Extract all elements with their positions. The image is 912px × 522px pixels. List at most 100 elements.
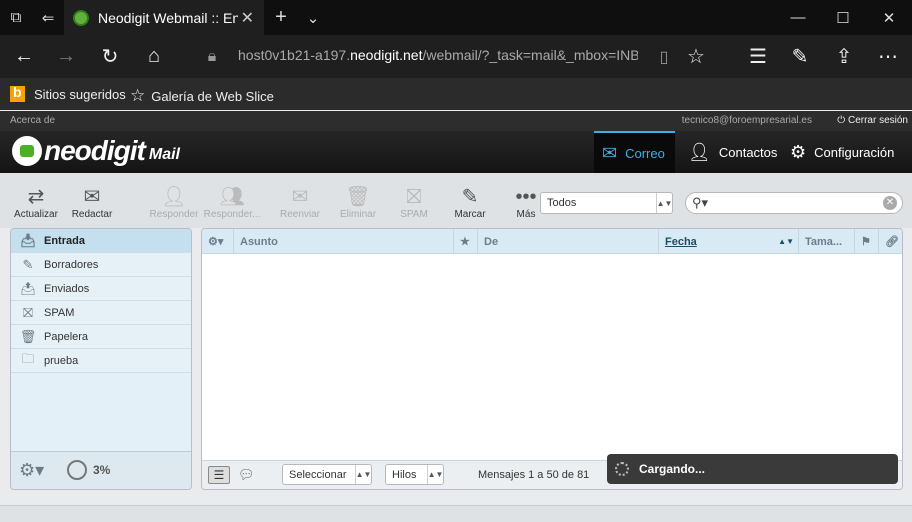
favorite-web-slice[interactable]: ☆ Galería de Web Slice [130, 86, 274, 106]
threads-dropdown[interactable]: Hilos ▲▼ [385, 464, 444, 485]
reply-all-button[interactable]: 👥︎ Responder... [202, 185, 262, 220]
pen-icon: ✎ [461, 186, 479, 208]
folder-trash[interactable]: 🗑︎ Papelera [11, 325, 191, 349]
updown-arrows-icon: ▲▼ [427, 465, 443, 484]
tab-actions-icon[interactable]: ⧉ [0, 0, 32, 35]
folder-icon: 🗀 [21, 350, 35, 366]
spinner-icon [615, 462, 629, 476]
filter-value: Todos [547, 197, 577, 209]
nav-mail[interactable]: ✉ Correo [594, 131, 675, 173]
neodigit-logo: neodigit Mail [12, 135, 180, 167]
reply-button[interactable]: 👤︎ Responder [144, 185, 204, 220]
search-icon[interactable]: ⚲▾ [692, 195, 708, 211]
hub-icon[interactable]: ☰ [738, 35, 778, 78]
forward-icon[interactable]: → [46, 35, 86, 78]
site-favicon-icon [73, 9, 89, 26]
favorites-bar: Sitios sugeridos ☆ Galería de Web Slice [0, 78, 912, 110]
folder-prueba[interactable]: 🗀 prueba [11, 349, 191, 373]
nav-settings[interactable]: ⚙ Configuración [790, 131, 894, 173]
share-icon[interactable]: ⇪ [824, 35, 864, 78]
select-dropdown[interactable]: Seleccionar ▲▼ [282, 464, 372, 485]
col-flag-star-icon[interactable]: ★ [454, 229, 478, 254]
logo-mark-icon [12, 136, 42, 166]
compose-envelope-icon: ✉ [83, 186, 101, 208]
folder-inbox[interactable]: 📥︎ Entrada [11, 229, 191, 253]
col-attachment-icon[interactable]: 🔗︎ [879, 229, 902, 254]
lock-icon: 🔒︎ [207, 47, 217, 65]
updown-arrows-icon: ▲▼ [656, 193, 672, 213]
mark-button[interactable]: ✎ Marcar [440, 185, 500, 220]
new-tab-icon[interactable]: + [266, 0, 296, 35]
quota-pie-icon [67, 460, 87, 480]
message-count: Mensajes 1 a 50 de 81 [478, 469, 590, 481]
more-icon[interactable]: ⋯ [868, 35, 908, 78]
list-view-icon[interactable]: ☰ [208, 466, 230, 484]
forward-button[interactable]: ✉ Reenviar [270, 185, 330, 220]
favorite-label: Sitios sugeridos [34, 86, 126, 102]
browser-tab[interactable]: Neodigit Webmail :: Ent ✕ [64, 0, 264, 35]
favorite-label: Galería de Web Slice [151, 88, 274, 104]
updown-arrows-icon: ▲▼ [355, 465, 371, 484]
close-window-icon[interactable]: ✕ [866, 0, 912, 35]
forward-icon: ✉ [291, 186, 309, 208]
quota-indicator: 3% [67, 460, 110, 480]
favorite-star-icon[interactable]: ☆ [676, 35, 716, 78]
url-field[interactable]: host0v1b21-a197.neodigit.net/webmail/?_t… [238, 47, 638, 63]
threads-view-icon[interactable]: 💬︎ [238, 467, 255, 483]
col-subject[interactable]: Asunto [234, 229, 454, 254]
web-note-icon[interactable]: ✎ [780, 35, 820, 78]
folder-sent[interactable]: 📤︎ Enviados [11, 277, 191, 301]
set-aside-tabs-icon[interactable]: ⇐ [32, 0, 64, 35]
folder-drafts[interactable]: ✎ Borradores [11, 253, 191, 277]
tab-preview-chevron-icon[interactable]: ⌄ [298, 0, 328, 35]
refresh-icon[interactable]: ↻ [90, 35, 130, 78]
browser-tab-bar: ⧉ ⇐ Neodigit Webmail :: Ent ✕ + ⌄ — ☐ ✕ [0, 0, 912, 35]
minimize-icon[interactable]: — [776, 0, 820, 35]
power-icon: ⏻ [837, 115, 848, 126]
bing-icon [10, 84, 25, 102]
folder-spam[interactable]: ⛝ SPAM [11, 301, 191, 325]
list-options-gear-icon[interactable]: ⚙▾ [202, 229, 234, 254]
back-icon[interactable]: ← [4, 35, 44, 78]
pencil-icon: ✎ [22, 256, 34, 272]
folder-footer: ⚙▾ 3% [11, 451, 191, 489]
compose-button[interactable]: ✉ Redactar [62, 185, 122, 220]
browser-address-bar: ← → ↻ ⌂ 🔒︎ host0v1b21-a197.neodigit.net/… [0, 35, 912, 78]
refresh-button[interactable]: ⇄ Actualizar [6, 185, 66, 220]
delete-button[interactable]: 🗑︎ Eliminar [328, 185, 388, 220]
gear-icon: ⚙ [790, 141, 807, 162]
favorite-suggested-sites[interactable]: Sitios sugeridos [10, 84, 126, 102]
trash-icon: 🗑︎ [345, 186, 371, 208]
page-bottom-bar [0, 505, 912, 522]
search-input[interactable]: ⚲▾ ✕ [685, 192, 903, 214]
user-email: tecnico8@foroempresarial.es [681, 115, 812, 126]
message-list: ⚙▾ Asunto ★ De Fecha ▲▼ Tama... ⚑ 🔗︎ ☰ 💬︎… [201, 228, 903, 490]
about-link[interactable]: Acerca de [10, 115, 55, 126]
sent-icon: 📤︎ [19, 280, 37, 296]
folder-settings-gear-icon[interactable]: ⚙▾ [19, 460, 44, 481]
close-tab-icon[interactable]: ✕ [241, 8, 254, 28]
logout-link[interactable]: ⏻ Cerrar sesión [837, 115, 908, 126]
sort-arrows-icon: ▲▼ [778, 237, 794, 246]
maximize-icon[interactable]: ☐ [820, 0, 866, 35]
nav-contacts[interactable]: 👤︎ Contactos [688, 131, 777, 173]
reply-all-icon: 👥︎ [219, 186, 245, 208]
app-header: neodigit Mail ✉ Correo 👤︎ Contactos ⚙ Confi… [0, 131, 912, 173]
star-outline-icon: ☆ [130, 86, 146, 105]
sync-arrows-icon: ⇄ [27, 186, 45, 208]
filter-select[interactable]: Todos ▲▼ [540, 192, 673, 214]
spam-button[interactable]: ⛝ SPAM [384, 185, 444, 220]
col-from[interactable]: De [478, 229, 659, 254]
home-icon[interactable]: ⌂ [134, 35, 174, 78]
clear-search-icon[interactable]: ✕ [883, 196, 897, 210]
loading-toast: Cargando... [607, 454, 898, 484]
reply-icon: 👤︎ [161, 186, 187, 208]
message-list-header: ⚙▾ Asunto ★ De Fecha ▲▼ Tama... ⚑ 🔗︎ [202, 229, 902, 254]
folder-list: 📥︎ Entrada ✎ Borradores 📤︎ Enviados ⛝ SPAM 🗑… [10, 228, 192, 490]
top-line: Acerca de tecnico8@foroempresarial.es ⏻ … [0, 111, 912, 131]
col-flag-icon[interactable]: ⚑ [855, 229, 879, 254]
col-date[interactable]: Fecha ▲▼ [659, 229, 799, 254]
col-size[interactable]: Tama... [799, 229, 855, 254]
person-icon: 👤︎ [688, 141, 711, 162]
spam-icon: ⛝ [23, 304, 33, 320]
